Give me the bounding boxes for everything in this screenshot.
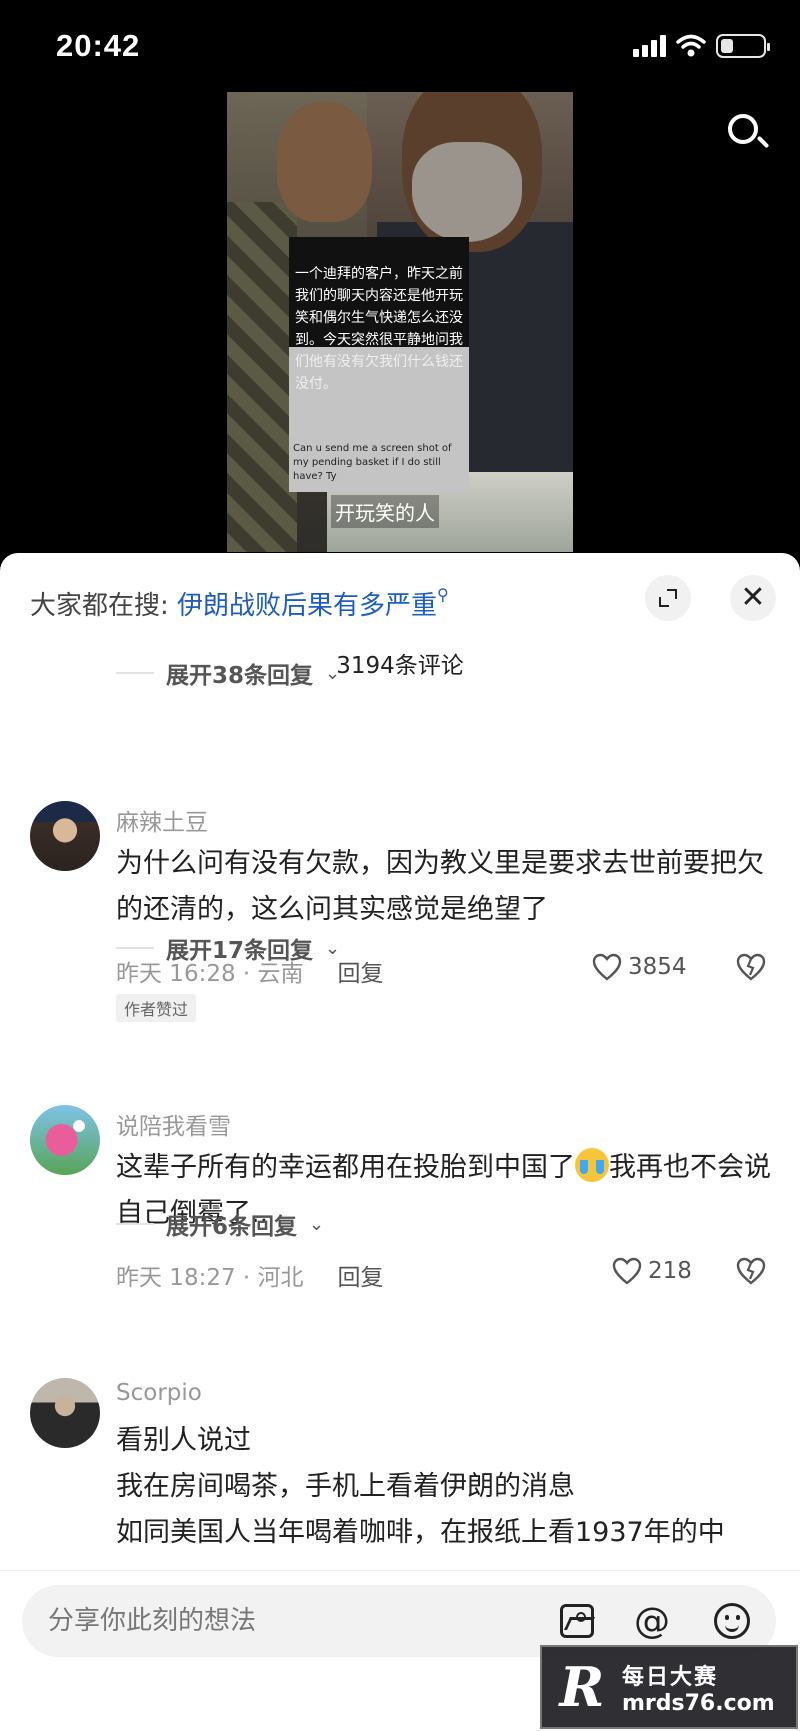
- like-button[interactable]: 218: [612, 1257, 692, 1285]
- comment-text: 为什么问有没有欠款，因为教义里是要求去世前要把欠的还清的，这么问其实感觉是绝望了: [116, 848, 764, 925]
- chevron-down-icon: ⌄: [309, 1213, 325, 1235]
- video-overlay-english: Can u send me a screen shot of my pendin…: [293, 443, 452, 482]
- chevron-down-icon: ⌄: [325, 937, 341, 959]
- battery-icon: [716, 34, 770, 58]
- status-icons: [633, 34, 770, 58]
- video-subtitle: 开玩笑的人: [331, 495, 439, 528]
- watermark-url: mrds76.com: [622, 1690, 775, 1716]
- expand-replies-button[interactable]: 展开38条回复 ⌄: [116, 656, 340, 690]
- close-icon: ✕: [740, 580, 766, 615]
- heart-icon: [592, 953, 622, 981]
- reply-button[interactable]: 回复: [338, 954, 384, 988]
- comment-input[interactable]: [48, 1601, 528, 1641]
- emoji-icon[interactable]: [712, 1601, 752, 1641]
- video-person-left: [277, 102, 372, 222]
- avatar[interactable]: [30, 801, 100, 871]
- hot-search-label: 大家都在搜:: [30, 591, 169, 621]
- hot-search[interactable]: 大家都在搜: 伊朗战败后果有多严重⚲: [30, 585, 449, 622]
- avatar[interactable]: [30, 1105, 100, 1175]
- status-bar: 20:42: [0, 0, 800, 92]
- chevron-down-icon: ⌄: [325, 662, 341, 684]
- expand-icon: [659, 589, 677, 607]
- video-chat-screenshot: 一个迪拜的客户，昨天之前我们的聊天内容还是他开玩笑和偶尔生气快递怎么还没到。今天…: [289, 237, 469, 492]
- at-icon[interactable]: @: [632, 1601, 672, 1642]
- image-icon[interactable]: [557, 1601, 597, 1641]
- watermark-title: 每日大赛: [622, 1664, 719, 1690]
- watermark-logo: R: [559, 1655, 605, 1719]
- expand-replies-button[interactable]: 展开6条回复 ⌄: [116, 1207, 324, 1241]
- comment-time-location: 昨天 18:27 · 河北: [116, 1265, 304, 1291]
- like-count: 3854: [628, 954, 687, 980]
- comment-text: 看别人说过 我在房间喝茶，手机上看着伊朗的消息 如同美国人当年喝着咖啡，在报纸上…: [116, 1425, 725, 1548]
- search-small-icon: ⚲: [437, 585, 449, 604]
- comment-item: 说陪我看雪 这辈子所有的幸运都用在投胎到中国了 我再也不会说自己倒霉了.. 昨天 …: [0, 1105, 800, 1305]
- crying-emoji-icon: [575, 1148, 609, 1182]
- comments-panel: 大家都在搜: 伊朗战败后果有多严重⚲ ✕ 3194条评论 展开38条回复 ⌄ 麻…: [0, 553, 800, 1731]
- reply-button[interactable]: 回复: [338, 1258, 384, 1292]
- search-icon[interactable]: [724, 110, 770, 156]
- like-count: 218: [648, 1258, 692, 1284]
- close-button[interactable]: ✕: [730, 575, 776, 621]
- heart-icon: [612, 1257, 642, 1285]
- comment-username[interactable]: 说陪我看雪: [116, 1107, 231, 1141]
- video-player[interactable]: 一个迪拜的客户，昨天之前我们的聊天内容还是他开玩笑和偶尔生气快递怎么还没到。今天…: [227, 92, 573, 552]
- status-time: 20:42: [56, 28, 141, 63]
- watermark: R 每日大赛 mrds76.com: [540, 1645, 798, 1729]
- dislike-icon[interactable]: [736, 1257, 766, 1285]
- signal-icon: [633, 35, 666, 57]
- wifi-icon: [676, 34, 706, 57]
- expand-replies-button[interactable]: 展开17条回复 ⌄: [116, 931, 340, 965]
- author-liked-badge: 作者赞过: [116, 994, 197, 1022]
- dislike-icon[interactable]: [736, 953, 766, 981]
- expand-button[interactable]: [645, 575, 691, 621]
- comment-username[interactable]: 麻辣土豆: [116, 803, 208, 837]
- comment-username[interactable]: Scorpio: [116, 1380, 202, 1406]
- comment-item: 麻辣土豆 为什么问有没有欠款，因为教义里是要求去世前要把欠的还清的，这么问其实感…: [0, 801, 800, 1022]
- avatar[interactable]: [30, 1378, 100, 1448]
- like-button[interactable]: 3854: [592, 953, 687, 981]
- hot-search-query[interactable]: 伊朗战败后果有多严重: [177, 591, 437, 621]
